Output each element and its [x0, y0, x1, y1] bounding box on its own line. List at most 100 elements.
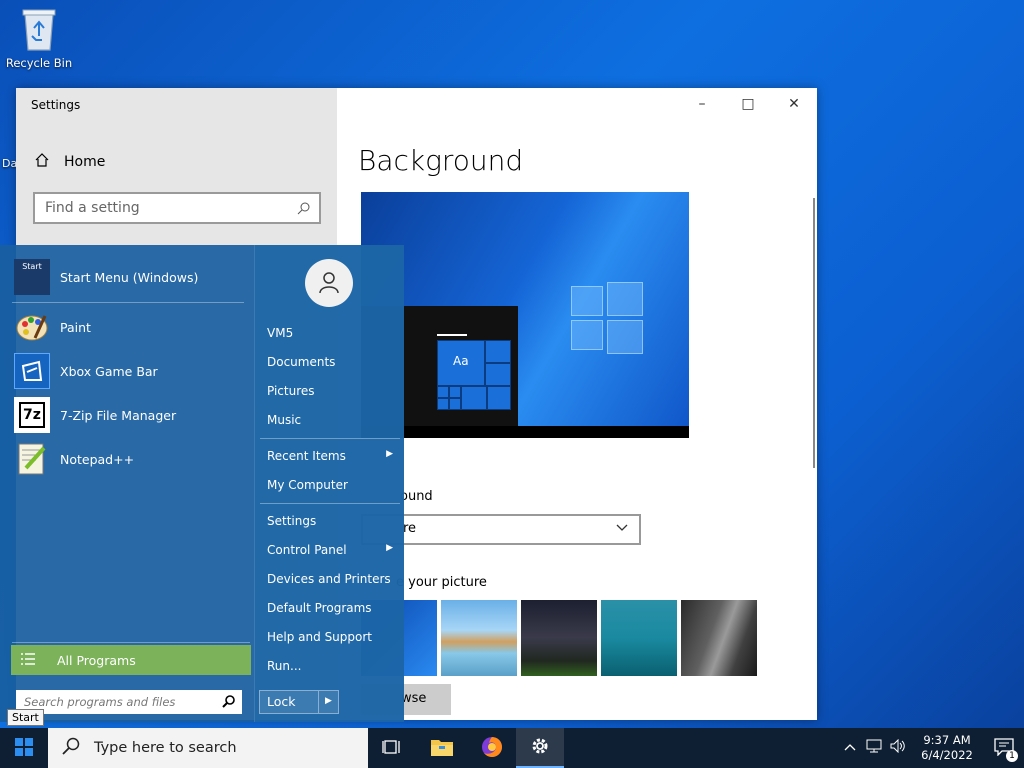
start-tooltip: Start: [7, 709, 44, 726]
program-notepadpp[interactable]: Notepad++: [14, 441, 134, 477]
scrollbar[interactable]: [813, 198, 815, 468]
7zip-icon: 7z: [14, 397, 50, 433]
program-label: Notepad++: [60, 451, 135, 467]
search-placeholder: Find a setting: [45, 200, 140, 216]
search-placeholder: Search programs and files: [24, 695, 176, 709]
home-label: Home: [64, 154, 106, 170]
all-programs-label: All Programs: [57, 652, 136, 668]
program-label: Start Menu (Windows): [60, 269, 199, 285]
file-explorer-icon: [430, 737, 454, 760]
preview-tile-text: Aa: [453, 354, 469, 368]
start-menu-programs-pane: Start Start Menu (Windows) Paint Xbox Ga…: [0, 245, 254, 722]
place-recent-items[interactable]: Recent Items ▶: [267, 449, 397, 463]
background-label: ound: [400, 489, 433, 504]
notepadpp-icon: [14, 441, 50, 477]
start-menu: Start Start Menu (Windows) Paint Xbox Ga…: [0, 245, 404, 722]
place-control-panel[interactable]: Control Panel ▶: [267, 543, 397, 557]
clock[interactable]: 9:37 AM 6/4/2022: [910, 733, 984, 763]
task-view-button[interactable]: [368, 728, 416, 768]
separator: [260, 438, 400, 439]
place-default-programs[interactable]: Default Programs: [267, 601, 397, 615]
action-center-button[interactable]: 1: [984, 728, 1024, 768]
window-controls: – □ ✕: [679, 88, 817, 120]
desktop-icon-recycle-bin[interactable]: Recycle Bin: [4, 6, 74, 70]
program-xbox-game-bar[interactable]: Xbox Game Bar: [14, 353, 158, 389]
search-icon[interactable]: [222, 694, 236, 711]
clock-date: 6/4/2022: [921, 748, 973, 762]
place-my-computer[interactable]: My Computer: [267, 478, 397, 492]
separator: [12, 642, 250, 643]
page-title: Background: [358, 144, 524, 177]
thumbnail-underwater[interactable]: [601, 600, 677, 676]
settings-taskbar-button[interactable]: [516, 728, 564, 768]
desktop-icon-label-partial[interactable]: Da: [2, 157, 17, 170]
program-paint[interactable]: Paint: [14, 309, 91, 345]
dropdown-value: re: [403, 521, 417, 536]
picture-thumbnails: [361, 600, 757, 676]
start-search-input[interactable]: Search programs and files: [16, 690, 242, 714]
submenu-arrow-icon: ▶: [386, 449, 393, 459]
program-label: 7-Zip File Manager: [60, 407, 177, 423]
windows-logo-icon: [571, 282, 643, 354]
place-music[interactable]: Music: [267, 413, 397, 427]
separator: [12, 302, 244, 303]
separator: [260, 503, 400, 504]
submenu-arrow-icon: ▶: [386, 543, 393, 553]
list-icon: [21, 652, 35, 668]
search-icon[interactable]: [297, 201, 311, 219]
lock-label: Lock: [267, 694, 296, 709]
preview-divider: [437, 334, 467, 336]
lock-button[interactable]: Lock ▶: [259, 690, 339, 714]
user-avatar[interactable]: [305, 259, 353, 307]
place-pictures[interactable]: Pictures: [267, 384, 397, 398]
place-run[interactable]: Run...: [267, 659, 397, 673]
user-icon: [317, 270, 341, 297]
place-devices-printers[interactable]: Devices and Printers: [267, 572, 397, 586]
windows-logo-icon: [15, 737, 33, 759]
recycle-bin-icon: [19, 6, 59, 52]
place-settings[interactable]: Settings: [267, 514, 397, 528]
file-explorer-button[interactable]: [418, 728, 466, 768]
thumbnail-night-sky[interactable]: [521, 600, 597, 676]
start-button[interactable]: [0, 728, 48, 768]
firefox-icon: [480, 735, 504, 762]
search-placeholder: Type here to search: [94, 740, 237, 756]
close-button[interactable]: ✕: [771, 88, 817, 120]
all-programs-button[interactable]: All Programs: [11, 645, 251, 675]
lock-options-arrow-icon[interactable]: ▶: [318, 691, 338, 713]
search-icon: [62, 737, 80, 759]
program-7zip[interactable]: 7z 7-Zip File Manager: [14, 397, 176, 433]
taskbar-search-box[interactable]: Type here to search: [48, 728, 368, 768]
notification-count-badge: 1: [1006, 749, 1018, 762]
start-menu-places-pane: VM5 Documents Pictures Music Recent Item…: [254, 245, 404, 722]
thumbnail-beach[interactable]: [441, 600, 517, 676]
start-menu-app-icon: Start: [14, 259, 50, 295]
network-icon[interactable]: [862, 739, 886, 757]
window-title: Settings: [31, 98, 81, 112]
settings-gear-icon: [529, 735, 551, 760]
settings-home-link[interactable]: Home: [34, 152, 105, 172]
thumbnail-rock[interactable]: [681, 600, 757, 676]
volume-icon[interactable]: [886, 738, 910, 757]
place-help-support[interactable]: Help and Support: [267, 630, 397, 644]
place-documents[interactable]: Documents: [267, 355, 397, 369]
system-tray: 9:37 AM 6/4/2022 1: [838, 728, 1024, 768]
maximize-button[interactable]: □: [725, 88, 771, 120]
program-label: Paint: [60, 319, 91, 335]
program-label: Xbox Game Bar: [60, 363, 158, 379]
paint-icon: [14, 309, 50, 345]
place-user[interactable]: VM5: [267, 326, 397, 340]
desktop-icon-label: Recycle Bin: [5, 56, 73, 70]
minimize-button[interactable]: –: [679, 88, 725, 120]
background-preview: Aa: [361, 192, 689, 438]
preview-taskbar: [361, 426, 689, 438]
chevron-down-icon: [615, 520, 629, 538]
program-start-menu[interactable]: Start Start Menu (Windows): [14, 259, 198, 295]
choose-picture-label: e your picture: [396, 575, 487, 590]
home-icon: [34, 152, 50, 172]
settings-search-input[interactable]: Find a setting: [33, 192, 321, 224]
firefox-button[interactable]: [468, 728, 516, 768]
chevron-up-icon[interactable]: [838, 741, 862, 756]
taskbar: Type here to search 9:37 AM 6/4/2022 1: [0, 728, 1024, 768]
notification-icon: 1: [994, 737, 1018, 762]
